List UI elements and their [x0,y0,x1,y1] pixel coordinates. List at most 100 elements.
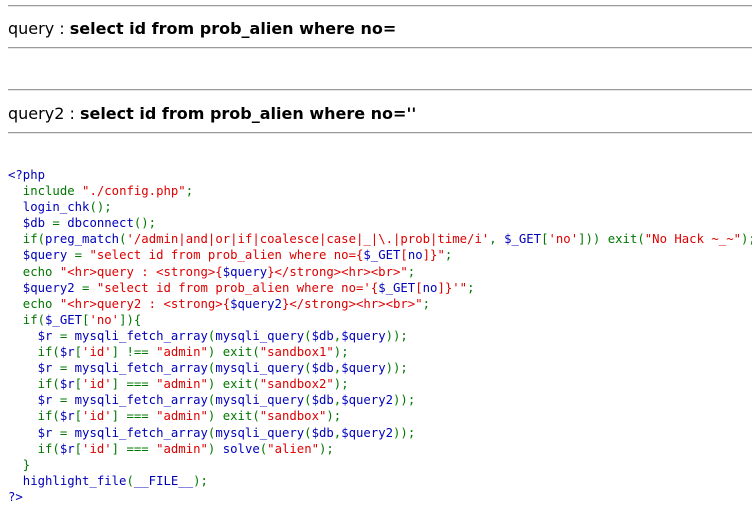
code-token: $query2 [8,280,83,295]
code-token: ]}" [422,248,445,263]
code-token: <?php [8,168,46,182]
code-line: ?> [8,490,23,504]
code-token: '/admin|and|or|if|coalesce|case|_|\.|pro… [126,232,490,247]
code-line: } [8,458,30,472]
code-token: ) exit( [207,345,260,360]
code-token: $r [8,328,60,343]
code-token: $query2 [230,296,282,311]
code-token: [ [400,248,408,263]
code-token: "sandbox1" [259,345,334,360]
code-token: )); [393,425,416,440]
code-token: mysqli_query [215,425,305,440]
code-token: 'no' [89,312,120,327]
code-token: ]){ [119,312,142,327]
code-token: $_GET [504,232,542,247]
code-line: if($r['id'] !== "admin") exit("sandbox1"… [8,345,349,359]
code-token: ( [126,473,134,488]
code-line: $r = mysqli_fetch_array(mysqli_query($db… [8,425,416,440]
code-token: ] === [111,409,157,424]
code-token: $r [59,377,75,392]
code-token: ( [304,425,312,440]
code-token: ); [326,409,342,424]
code-token: $db [8,216,53,231]
code-token: = [82,280,97,295]
code-token: ] === [111,441,157,456]
code-token: 'id' [82,409,112,424]
horizontal-rule-top-1 [8,5,752,7]
code-token: ; [185,184,194,199]
code-line: if($r['id'] === "admin") solve("alien"); [8,442,334,456]
code-token: }</strong><hr><br>" [267,264,408,279]
code-token: = [59,393,75,408]
code-token: echo [8,296,60,311]
code-token: "admin" [156,345,208,360]
code-token: mysqli_query [215,361,305,376]
code-token: ; [407,264,416,279]
code-token: mysqli_fetch_array [74,393,208,408]
code-token: ( [304,361,312,376]
code-token: ); [319,441,334,456]
query2-sql: select id from prob_alien where no='' [79,104,417,123]
code-token: ] !== [111,345,157,360]
code-token: 'id' [82,377,112,392]
code-token: 'no' [548,232,579,247]
code-token: $query [341,328,386,343]
code-token: if( [8,441,60,456]
code-token: )); [385,328,408,343]
code-token: no [407,248,423,263]
query2-output-line: query2 : select id from prob_alien where… [8,104,416,123]
code-token: = [59,361,75,376]
code-token: $db [311,328,334,343]
code-token: "sandbox" [259,409,327,424]
code-token: $r [8,361,60,376]
code-token: $_GET [45,312,83,327]
code-token: preg_match [45,232,120,247]
code-line: login_chk(); [8,200,112,214]
code-line: if($r['id'] === "admin") exit("sandbox")… [8,409,342,424]
code-token: ) exit( [207,409,260,424]
code-line: $query2 = "select id from prob_alien whe… [8,280,475,295]
code-token: if( [8,312,46,327]
code-line: if($_GET['no']){ [8,312,142,327]
code-token: "select id from prob_alien where no='{ [96,280,379,295]
code-token: }</strong><hr><br>" [281,296,423,311]
code-token: $query [222,264,268,279]
code-line: $r = mysqli_fetch_array(mysqli_query($db… [8,393,416,408]
horizontal-rule-bottom-1 [8,47,752,49]
code-token: $db [311,361,334,376]
code-line: if($r['id'] === "admin") exit("sandbox2"… [8,377,349,391]
code-token: 'id' [82,345,112,360]
code-token: $query [341,361,386,376]
code-token: $_GET [363,248,401,263]
code-token: [ [74,441,83,456]
code-line: <?php [8,168,45,182]
code-token: ])) exit( [578,232,645,247]
code-line: echo "<hr>query2 : <strong>{$query2}</st… [8,297,430,311]
code-token: ]}'" [437,280,468,295]
code-token: mysqli_query [215,328,305,343]
code-token: "admin" [156,409,208,424]
code-token: ; [422,296,431,311]
code-line: $db = dbconnect(); [8,216,156,230]
code-token: solve [222,441,260,456]
code-token: __FILE__ [133,473,194,488]
code-token: [ [415,280,423,295]
code-token: ?> [8,489,23,504]
code-token: $r [8,425,60,440]
code-token: if( [8,409,60,424]
code-token: mysqli_fetch_array [74,425,208,440]
code-token: "No Hack ~_~" [644,232,742,247]
code-token: $r [59,345,75,360]
code-token: = [52,216,68,231]
query2-label: query2 : [8,104,80,123]
code-token: [ [541,232,549,247]
code-token: [ [74,345,83,360]
query-output-line: query : select id from prob_alien where … [8,19,396,38]
code-token: ) [207,441,223,456]
code-token: if( [8,377,60,392]
code-token: $db [311,393,334,408]
code-token: ) exit( [207,377,260,392]
code-token: [ [74,377,83,392]
code-token: = [59,328,75,343]
code-token: "alien" [267,441,319,456]
